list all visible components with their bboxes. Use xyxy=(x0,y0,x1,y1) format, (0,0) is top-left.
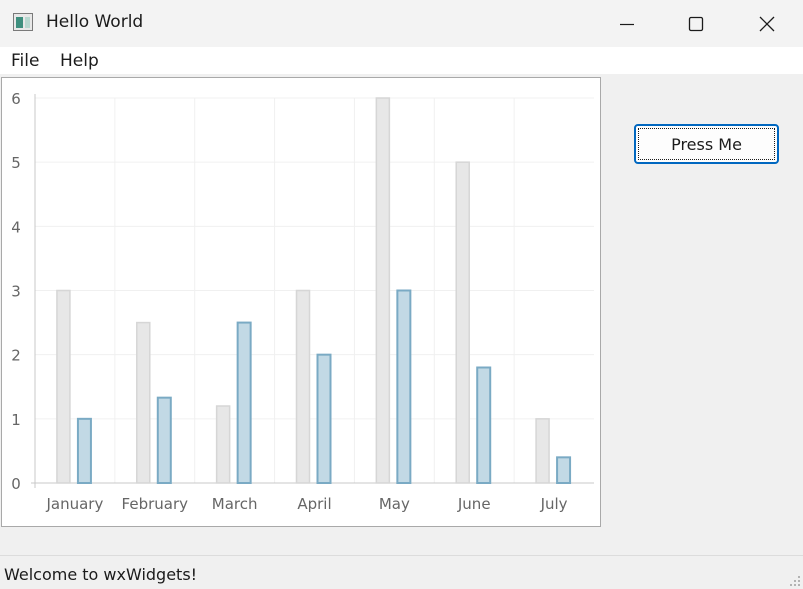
bar-series-2 xyxy=(316,353,332,484)
minimize-icon xyxy=(620,23,634,25)
maximize-icon xyxy=(688,16,704,31)
bar-series-1 xyxy=(375,97,391,484)
y-tick-label: 5 xyxy=(11,154,21,172)
bar-series-2 xyxy=(236,321,252,484)
press-me-button[interactable]: Press Me xyxy=(634,124,779,164)
x-tick-label: May xyxy=(379,495,410,513)
bar-series-1 xyxy=(535,418,550,484)
bar-series-1 xyxy=(215,405,231,484)
menu-file[interactable]: File xyxy=(11,51,39,71)
y-tick-label: 3 xyxy=(11,283,21,301)
bar-series-1 xyxy=(455,161,470,484)
bar-chart: 0 1 2 3 4 5 6 January February March April May June J… xyxy=(11,90,594,513)
title-bar: Hello World xyxy=(0,0,803,47)
minimize-button[interactable] xyxy=(593,0,661,47)
x-tick-label: March xyxy=(212,495,258,513)
y-tick-label: 2 xyxy=(11,347,21,365)
bar-series-1 xyxy=(136,321,151,484)
bar-series-1 xyxy=(295,289,311,484)
app-icon xyxy=(13,13,33,31)
bar-series-2 xyxy=(156,396,172,484)
resize-grip-icon[interactable] xyxy=(789,575,801,587)
maximize-button[interactable] xyxy=(662,0,730,47)
chart-panel: 0 1 2 3 4 5 6 January February March April May June J… xyxy=(1,77,601,527)
bar-series-2 xyxy=(396,289,412,484)
y-tick-label: 4 xyxy=(11,218,21,236)
window-title: Hello World xyxy=(46,12,144,32)
bar-series-2 xyxy=(76,417,92,485)
status-text: Welcome to wxWidgets! xyxy=(4,565,198,584)
menu-bar: File Help xyxy=(0,47,803,74)
bar-series-2 xyxy=(476,366,492,484)
x-tick-label: July xyxy=(540,495,568,513)
y-tick-label: 1 xyxy=(11,411,21,429)
bar-series-2 xyxy=(556,456,572,485)
y-tick-label: 6 xyxy=(11,90,21,108)
x-tick-label: June xyxy=(457,495,491,513)
y-tick-label: 0 xyxy=(11,475,21,493)
close-icon xyxy=(759,16,775,31)
status-bar: Welcome to wxWidgets! xyxy=(0,555,803,589)
x-tick-label: April xyxy=(297,495,331,513)
x-tick-label: January xyxy=(45,495,103,513)
close-button[interactable] xyxy=(733,0,801,47)
menu-help[interactable]: Help xyxy=(60,51,99,71)
x-tick-label: February xyxy=(122,495,189,513)
bar-series-1 xyxy=(56,289,71,484)
